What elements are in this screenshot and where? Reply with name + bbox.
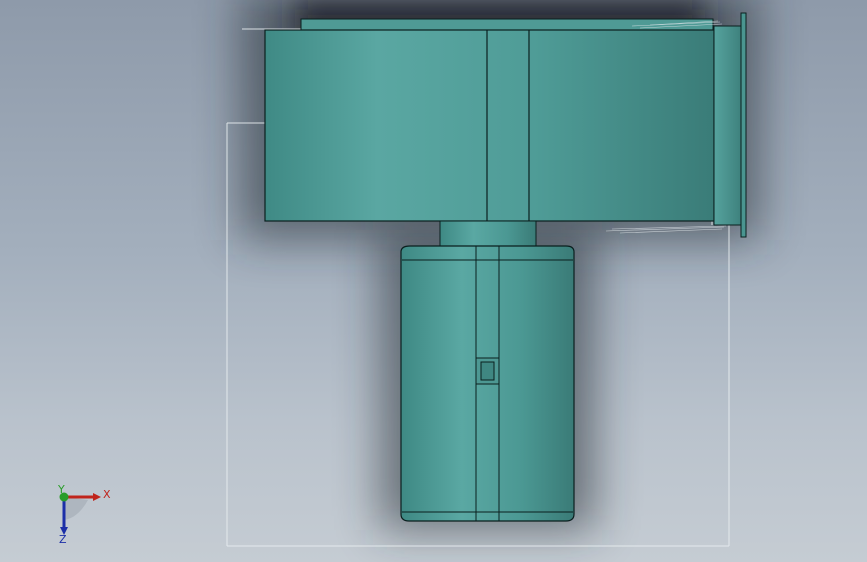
graphics-viewport[interactable]: X Y Z: [0, 0, 867, 562]
main-housing: [264, 29, 715, 222]
side-flange: [713, 25, 743, 226]
coupling-neck: [439, 220, 537, 247]
x-arrow-head: [93, 493, 101, 501]
terminal-box: [475, 357, 500, 385]
x-axis-label: X: [103, 488, 111, 501]
z-axis-label: Z: [59, 533, 67, 546]
model-view: X Y Z: [57, 0, 760, 547]
flange-plate: [740, 12, 747, 238]
y-axis-label: Y: [57, 483, 65, 496]
top-cover-strip: [300, 18, 714, 31]
orientation-triad[interactable]: X Y Z: [57, 483, 111, 546]
